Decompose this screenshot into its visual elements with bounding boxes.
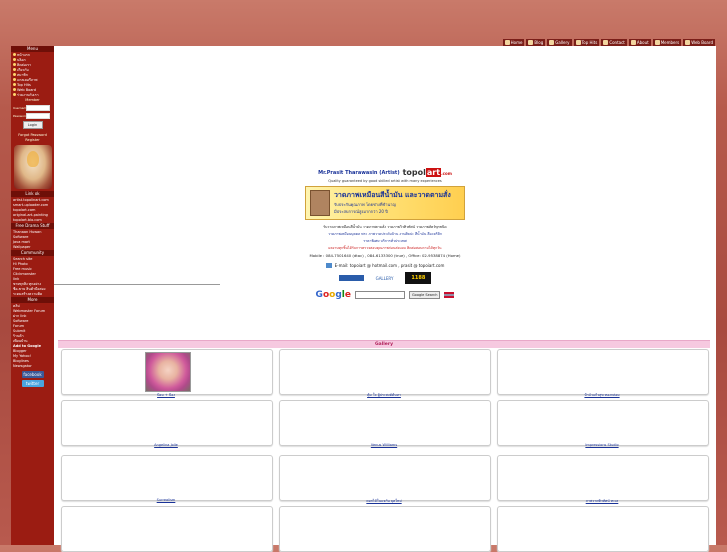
contact-numbers: Mobile : 084-7501640 (dtac) , 084-613330… [309,253,461,258]
gallery-card[interactable] [61,506,273,552]
gallery-card[interactable] [497,349,709,395]
username-input[interactable] [26,105,50,111]
bullet-icon [13,93,16,96]
gallery-caption[interactable]: ภาพวาดทิวทัศน์ ทะเล [497,498,707,504]
google-search-input[interactable] [354,291,405,299]
divider [54,284,220,285]
nav-blog[interactable]: Blog [526,38,546,46]
portrait-image [310,190,330,216]
top-navigation: Home Blog Gallery Top Hits Contact About… [502,38,715,46]
tagline: Quality guaranteed by good skilled artis… [328,179,442,183]
bullet-icon [13,78,16,81]
register-link[interactable]: Register [11,138,54,143]
nav-members[interactable]: Members [652,38,682,46]
gallery-badge[interactable] [338,275,364,281]
gallery-card[interactable] [61,400,273,446]
gallery-caption[interactable]: Impressions Studio [497,443,707,447]
gallery-caption[interactable]: คุ้ม ใจ ผู้ประสงค์ค้นหา [279,392,489,398]
intro-line: ผลงานทุกชิ้นได้รับการตรวจสอบคุณภาพก่อนส่… [328,246,442,250]
banner-line: มีประสบการณ์สูงมากกว่า 20 ปี [334,209,388,214]
bullet-icon [13,63,16,66]
gallery-thumbnail[interactable] [145,352,191,392]
gallery-caption[interactable]: Angelina Jolie [61,443,271,447]
mail-icon [603,39,609,45]
login-form: Username Password Login [11,103,54,133]
community-heading: Community [11,250,54,256]
bullet-icon [13,53,16,56]
nav-home[interactable]: Home [502,38,525,46]
links-heading: Link ok [11,191,54,197]
bullet-icon [13,88,16,91]
nav-webboard[interactable]: Web Board [683,38,715,46]
feed-item[interactable]: Newsgator [11,364,54,369]
nav-gallery[interactable]: Gallery [547,38,572,46]
gallery-card[interactable] [497,455,709,501]
facebook-button[interactable]: facebook [21,371,44,378]
password-label: Password [13,114,28,118]
nav-contact[interactable]: Contact [601,38,627,46]
user-icon [654,39,660,45]
intro-line: ราคาพิเศษ บริการทั่วประเทศ [363,239,407,243]
bullet-icon [13,68,16,71]
banner-line: รับประกันคุณภาพ โดยช่างที่ชำนาญ [334,202,396,207]
banner-title: วาดภาพเหมือนสีน้ำมัน และวาดตามสั่ง [334,191,451,199]
more-heading: More [11,297,54,303]
blog-icon [528,39,534,45]
gallery-card[interactable] [279,400,491,446]
gallery-card[interactable] [279,455,491,501]
gallery-caption[interactable]: ป้าบัวแก้วสุข ทองกล่อม [497,392,707,398]
ganesha-image [13,145,52,189]
google-logo: Google [315,290,351,300]
gallery-caption[interactable]: Surrealism [61,498,271,502]
gallery-card[interactable] [279,349,491,395]
gallery-caption[interactable]: Venus Williams [279,443,489,447]
password-input[interactable] [26,113,50,119]
sidebar: Menu หน้าแรก บล็อก ติดต่อเรา เกี่ยวกับ ส… [11,46,54,545]
twitter-button[interactable]: twitter [21,380,44,387]
google-search-button[interactable]: Google Search [408,291,441,299]
free-heading: Free Drama Stuff [11,223,54,229]
gallery-card[interactable] [61,349,273,395]
email-icon [325,263,332,268]
bullet-icon [13,73,16,76]
site-logo[interactable]: topolart.com [403,168,452,177]
info-icon [630,39,636,45]
gallery-card[interactable] [497,400,709,446]
gallery-badge-label[interactable]: GALLERY [376,276,394,281]
star-icon [575,39,581,45]
gallery-caption[interactable]: ป้อม + ป้อง [61,392,271,398]
gallery-caption[interactable]: ดอกไม้ในแจกัน ยุคใหม่ [279,498,489,504]
gallery-grid: ป้อม + ป้อง คุ้ม ใจ ผู้ประสงค์ค้นหา ป้าบ… [61,349,711,552]
nav-tophits[interactable]: Top Hits [573,38,600,46]
promo-banner[interactable]: วาดภาพเหมือนสีน้ำมัน และวาดตามสั่ง รับปร… [305,186,465,220]
menu-heading: Menu [11,46,54,52]
counter-badge[interactable]: 1188 [405,272,432,284]
gallery-card[interactable] [61,455,273,501]
thai-flag-icon[interactable] [444,292,455,298]
gallery-heading: Gallery [58,340,710,348]
gallery-icon [549,39,555,45]
gallery-card[interactable] [497,506,709,552]
email-text[interactable]: E-mail: topoiart @ hotmail.com , prasit … [335,263,445,268]
bullet-icon [13,58,16,61]
login-button[interactable]: Login [22,121,43,129]
bullet-icon [13,83,16,86]
intro-line: วาดภาพเหมือนบุคคล พระ ภาพวาดประดับบ้าน ง… [328,232,442,236]
username-label: Username [13,106,29,110]
nav-about[interactable]: About [628,38,651,46]
main-intro: Mr.Prasit Tharawasin (Artist) topolart.c… [220,168,550,300]
board-icon [685,39,691,45]
home-icon [504,39,510,45]
gallery-card[interactable] [279,506,491,552]
intro-line: รับวาดภาพเหมือนสีน้ำมัน วาดภาพตามสั่ง วา… [323,225,447,229]
artist-name: Mr.Prasit Tharawasin (Artist) [318,169,400,176]
